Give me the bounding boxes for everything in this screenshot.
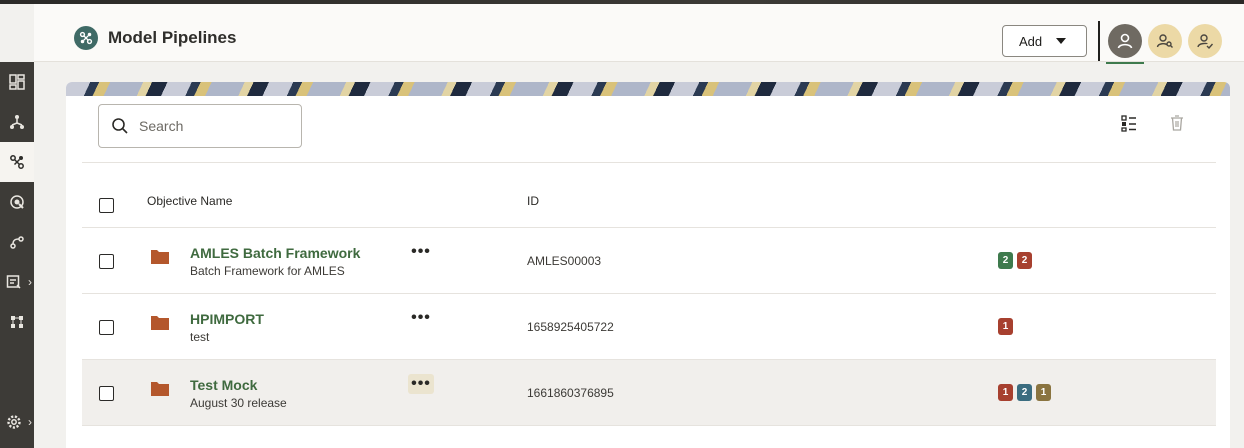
table-row: AMLES Batch Framework Batch Framework fo… <box>82 228 1216 294</box>
objective-id: 1658925405722 <box>527 320 614 334</box>
caret-down-icon <box>1056 38 1067 44</box>
row-checkbox[interactable] <box>99 254 114 269</box>
user-icon[interactable] <box>1108 24 1142 58</box>
status-badge: 1 <box>998 318 1013 335</box>
search-input[interactable] <box>139 118 289 134</box>
status-badge: 1 <box>998 384 1013 401</box>
column-header-name: Objective Name <box>147 194 233 208</box>
search-box[interactable] <box>98 104 302 148</box>
status-badge: 1 <box>1036 384 1051 401</box>
status-badge: 2 <box>1017 252 1032 269</box>
table-row: HPIMPORT test ••• 1658925405722 1 <box>82 294 1216 360</box>
hierarchy-icon[interactable] <box>0 302 34 342</box>
model-pipelines-logo-icon <box>74 26 98 50</box>
objective-name-link[interactable]: Test Mock <box>190 377 257 393</box>
objective-id: 1661860376895 <box>527 386 614 400</box>
header-separator <box>1098 21 1100 61</box>
user-check-icon[interactable] <box>1188 24 1222 58</box>
folder-icon <box>151 250 169 264</box>
status-badge: 2 <box>998 252 1013 269</box>
page-title: Model Pipelines <box>108 28 237 47</box>
objective-name-link[interactable]: HPIMPORT <box>190 311 264 327</box>
table-header-row: Objective Name ID <box>82 172 1216 228</box>
row-checkbox[interactable] <box>99 386 114 401</box>
table-row: Test Mock August 30 release ••• 16618603… <box>82 360 1216 426</box>
workflow-icon[interactable] <box>0 102 34 142</box>
search-icon <box>112 118 128 134</box>
status-badge: 2 <box>1017 384 1032 401</box>
analytics-icon[interactable] <box>0 182 34 222</box>
folder-icon <box>151 316 169 330</box>
model-pipelines-icon[interactable] <box>0 142 34 182</box>
chevron-right-icon: › <box>28 415 32 429</box>
row-checkbox[interactable] <box>99 320 114 335</box>
folder-icon <box>151 382 169 396</box>
objective-description: August 30 release <box>190 396 287 410</box>
objective-name-link[interactable]: AMLES Batch Framework <box>190 245 360 261</box>
more-actions-button[interactable]: ••• <box>408 374 434 394</box>
objective-description: Batch Framework for AMLES <box>190 264 345 278</box>
more-actions-button[interactable]: ••• <box>408 242 434 262</box>
list-view-icon[interactable] <box>1120 114 1138 132</box>
status-badges: 1 2 1 <box>998 384 1051 401</box>
status-badges: 2 2 <box>998 252 1032 269</box>
select-all-checkbox[interactable] <box>99 198 114 213</box>
reports-icon[interactable]: › <box>0 262 34 302</box>
page-header: Model Pipelines Add <box>34 4 1244 64</box>
dashboard-icon[interactable] <box>0 62 34 102</box>
add-button-label: Add <box>1019 33 1043 49</box>
objective-id: AMLES00003 <box>527 254 602 268</box>
objective-description: test <box>190 330 210 344</box>
decorative-banner <box>66 82 1230 96</box>
graph-icon[interactable] <box>0 222 34 262</box>
add-button[interactable]: Add <box>1002 25 1087 57</box>
status-badges: 1 <box>998 318 1013 335</box>
column-header-id: ID <box>527 194 539 208</box>
more-actions-button[interactable]: ••• <box>408 308 434 328</box>
main-panel: Objective Name ID AMLES Batch Framework … <box>66 82 1230 448</box>
toolbar-divider <box>82 162 1216 163</box>
chevron-right-icon: › <box>28 275 32 289</box>
user-search-icon[interactable] <box>1148 24 1182 58</box>
active-avatar-indicator <box>1106 62 1144 64</box>
settings-icon[interactable]: › <box>0 402 34 442</box>
delete-icon[interactable] <box>1168 114 1186 132</box>
nav-rail: › › <box>0 62 34 448</box>
